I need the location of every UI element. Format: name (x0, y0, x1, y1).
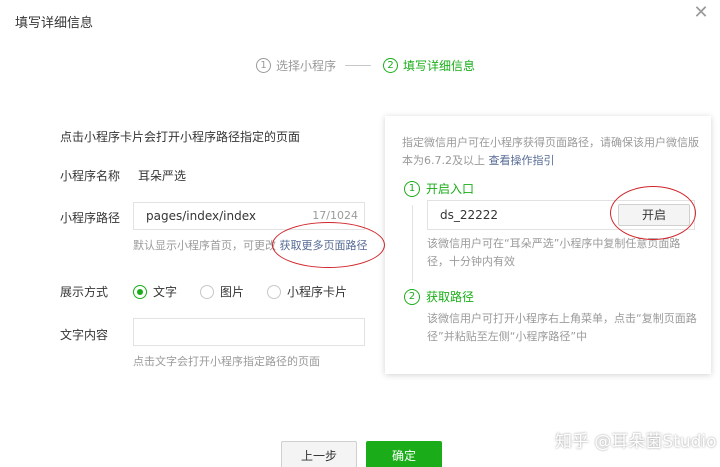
text-content-hint: 点击文字会打开小程序指定路径的页面 (133, 355, 320, 368)
previous-step-button[interactable]: 上一步 (281, 441, 357, 467)
step-number: 2 (383, 58, 398, 73)
dialog-title: 填写详细信息 (15, 16, 94, 31)
radio-label: 小程序卡片 (287, 285, 348, 299)
annotation-circle-open (610, 186, 696, 240)
text-content-label: 文字内容 (60, 328, 109, 342)
panel-step-label: 开启入口 (426, 182, 475, 196)
radio-selected-icon (133, 284, 147, 299)
path-char-count: 17/1024 (312, 209, 358, 222)
path-value: pages/index/index (146, 209, 256, 223)
close-icon[interactable]: ✕ (691, 3, 711, 23)
miniprogram-name-label: 小程序名称 (60, 169, 121, 183)
radio-label: 文字 (153, 285, 178, 299)
watermark: 知乎 @耳朵菌Studio (555, 432, 717, 452)
step-divider (345, 65, 371, 66)
card-hint: 点击小程序卡片会打开小程序路径指定的页面 (60, 130, 301, 144)
panel-intro: 指定微信用户可在小程序获得页面路径，请确保该用户微信版本为6.7.2及以上 查看… (402, 134, 702, 170)
step-select-miniprogram: 1 选择小程序 (256, 57, 336, 74)
step-number: 1 (256, 58, 271, 73)
annotation-circle-link (272, 222, 385, 268)
display-mode-label: 展示方式 (60, 285, 109, 299)
miniprogram-path-label: 小程序路径 (60, 211, 121, 225)
step-label: 填写详细信息 (403, 59, 476, 73)
radio-text[interactable]: 文字 (133, 283, 177, 300)
radio-miniprogram-card[interactable]: 小程序卡片 (267, 283, 347, 300)
step-label: 选择小程序 (276, 59, 337, 73)
step-connector (412, 205, 413, 283)
get-path-title: 2 获取路径 (404, 288, 474, 305)
panel-step-label: 获取路径 (426, 290, 475, 304)
enable-entry-title: 1 开启入口 (404, 180, 474, 197)
panel-step-number: 1 (404, 180, 420, 197)
get-path-desc: 该微信用户可打开小程序右上角菜单，点击“复制页面路径”并粘贴至左侧“小程序路径”… (427, 312, 697, 343)
panel-step-number: 2 (404, 288, 420, 305)
path-guide-panel: 指定微信用户可在小程序获得页面路径，请确保该用户微信版本为6.7.2及以上 查看… (385, 116, 711, 374)
view-guide-link[interactable]: 查看操作指引 (489, 154, 555, 167)
radio-label: 图片 (220, 285, 245, 299)
radio-unselected-icon (267, 284, 281, 299)
step-fill-details: 2 填写详细信息 (383, 57, 475, 74)
enable-entry-desc: 该微信用户可在“耳朵严选”小程序中复制任意页面路径，十分钟内有效 (427, 237, 681, 268)
path-hint-text: 默认显示小程序首页，可更改 (133, 239, 276, 252)
wechat-id-value: ds_22222 (440, 208, 499, 222)
confirm-button[interactable]: 确定 (366, 441, 442, 467)
radio-image[interactable]: 图片 (200, 283, 244, 300)
text-content-input[interactable] (133, 318, 365, 346)
radio-unselected-icon (200, 284, 214, 299)
miniprogram-name-value: 耳朵严选 (138, 169, 187, 183)
